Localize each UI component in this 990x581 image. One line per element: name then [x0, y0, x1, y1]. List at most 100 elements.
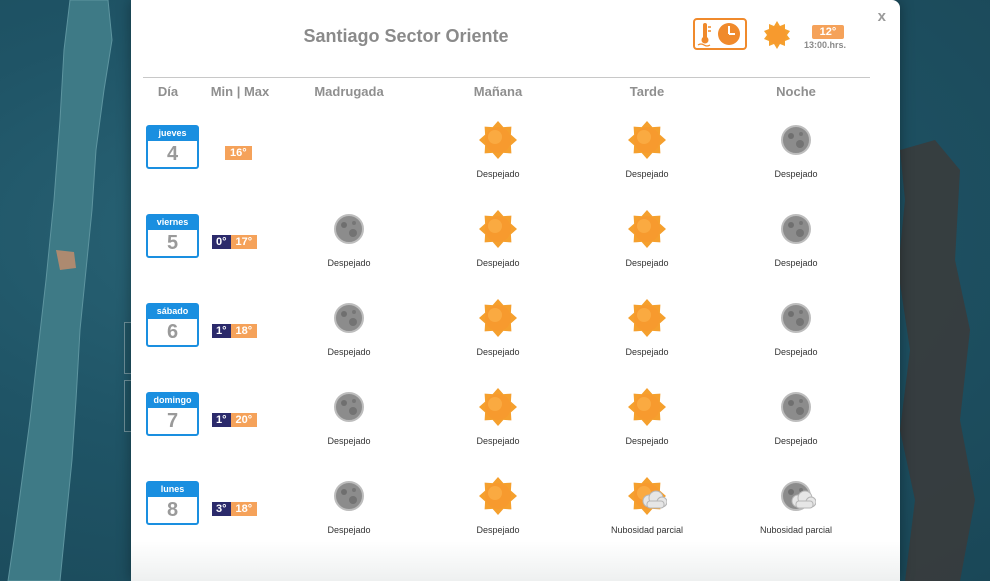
date-number: 6	[166, 321, 179, 343]
bottom-fade	[131, 541, 900, 581]
calendar-badge: viernes 5	[146, 214, 199, 258]
current-weather-icon	[762, 20, 792, 55]
sun-icon	[479, 121, 517, 159]
sun-icon	[479, 210, 517, 248]
period-tarde: Despejado	[572, 207, 722, 296]
moon-icon	[334, 481, 364, 511]
max-temp: 16°	[225, 146, 252, 160]
weekday-label: sábado	[148, 305, 197, 319]
condition-label: Despejado	[625, 169, 669, 179]
condition-label: Nubosidad parcial	[759, 525, 833, 535]
condition-label: Despejado	[476, 169, 520, 179]
min-max-badge: 0° 17°	[212, 235, 258, 249]
min-temp: 0°	[212, 235, 231, 249]
header-divider	[143, 77, 870, 78]
period-noche: Despejado	[721, 207, 871, 296]
weekday-label: lunes	[148, 483, 197, 497]
moon-icon	[334, 303, 364, 333]
moon-cloud-icon	[781, 481, 816, 511]
close-button[interactable]: x	[878, 8, 886, 25]
condition-label: Despejado	[774, 169, 818, 179]
max-temp: 20°	[230, 413, 258, 427]
moon-icon	[334, 392, 364, 422]
current-temperature: 12°	[812, 25, 844, 39]
sun-icon	[479, 299, 517, 337]
period-manana: Despejado	[423, 207, 573, 296]
condition-label: Despejado	[327, 525, 371, 535]
header-noche: Noche	[776, 84, 816, 99]
period-tarde: Despejado	[572, 385, 722, 474]
period-noche: Despejado	[721, 385, 871, 474]
condition-label: Despejado	[774, 258, 818, 268]
sun-icon	[628, 388, 666, 426]
moon-icon	[781, 214, 811, 244]
period-madrugada: Despejado	[274, 296, 424, 385]
hourly-view-button[interactable]	[693, 18, 747, 50]
sun-cloud-icon	[628, 477, 667, 515]
period-manana: Despejado	[423, 118, 573, 207]
max-temp: 18°	[230, 502, 258, 516]
calendar-badge: jueves 4	[146, 125, 199, 169]
thermometer-clock-icon	[697, 23, 740, 47]
condition-label: Despejado	[625, 258, 669, 268]
sun-icon	[479, 388, 517, 426]
period-manana: Despejado	[423, 296, 573, 385]
condition-label: Despejado	[625, 436, 669, 446]
sun-icon	[479, 477, 517, 515]
condition-label: Nubosidad parcial	[610, 525, 684, 535]
period-noche: Despejado	[721, 118, 871, 207]
calendar-badge: sábado 6	[146, 303, 199, 347]
condition-label: Despejado	[774, 436, 818, 446]
condition-label: Despejado	[327, 436, 371, 446]
max-temp: 18°	[230, 324, 258, 338]
date-number: 7	[166, 410, 179, 432]
condition-label: Despejado	[327, 258, 371, 268]
moon-icon	[781, 303, 811, 333]
forecast-row: domingo 7 1° 20° Despejado Despejado Despejado…	[131, 385, 900, 474]
header-tarde: Tarde	[629, 84, 665, 99]
period-noche: Despejado	[721, 296, 871, 385]
header-minmax: Min | Max	[210, 84, 270, 99]
moon-icon	[334, 214, 364, 244]
forecast-row: sábado 6 1° 18° Despejado Despejado Despejado D…	[131, 296, 900, 385]
sun-icon	[628, 121, 666, 159]
sun-icon	[764, 21, 790, 49]
condition-label: Despejado	[327, 347, 371, 357]
period-madrugada: Despejado	[274, 207, 424, 296]
current-time: 13:00.hrs.	[804, 40, 847, 50]
sun-icon	[628, 299, 666, 337]
sun-icon	[628, 210, 666, 248]
min-max-badge: 1° 18°	[212, 324, 258, 338]
condition-label: Despejado	[476, 258, 520, 268]
header-madrugada: Madrugada	[314, 84, 384, 99]
location-title: Santiago Sector Oriente	[303, 26, 509, 46]
date-number: 4	[166, 143, 179, 165]
weekday-label: viernes	[148, 216, 197, 230]
max-temp: 17°	[230, 235, 258, 249]
condition-label: Despejado	[476, 347, 520, 357]
forecast-row: viernes 5 0° 17° Despejado Despejado Despejado…	[131, 207, 900, 296]
header-day: Día	[157, 84, 179, 99]
forecast-modal: x Santiago Sector Oriente 12° 13:00.hrs.…	[131, 0, 900, 581]
calendar-badge: domingo 7	[146, 392, 199, 436]
condition-label: Despejado	[774, 347, 818, 357]
min-temp: 1°	[212, 413, 231, 427]
min-max-badge: 16°	[225, 146, 252, 160]
condition-label: Despejado	[476, 436, 520, 446]
min-temp: 1°	[212, 324, 231, 338]
period-tarde: Despejado	[572, 118, 722, 207]
weekday-label: domingo	[148, 394, 197, 408]
period-tarde: Despejado	[572, 296, 722, 385]
min-max-badge: 1° 20°	[212, 413, 258, 427]
condition-label: Despejado	[625, 347, 669, 357]
weekday-label: jueves	[148, 127, 197, 141]
period-madrugada: Despejado	[274, 385, 424, 474]
moon-icon	[781, 125, 811, 155]
date-number: 8	[166, 499, 179, 521]
min-temp: 3°	[212, 502, 231, 516]
period-manana: Despejado	[423, 385, 573, 474]
calendar-badge: lunes 8	[146, 481, 199, 525]
forecast-row: jueves 4 16° Despejado Despejado Despejado	[131, 118, 900, 207]
date-number: 5	[166, 232, 179, 254]
condition-label: Despejado	[476, 525, 520, 535]
